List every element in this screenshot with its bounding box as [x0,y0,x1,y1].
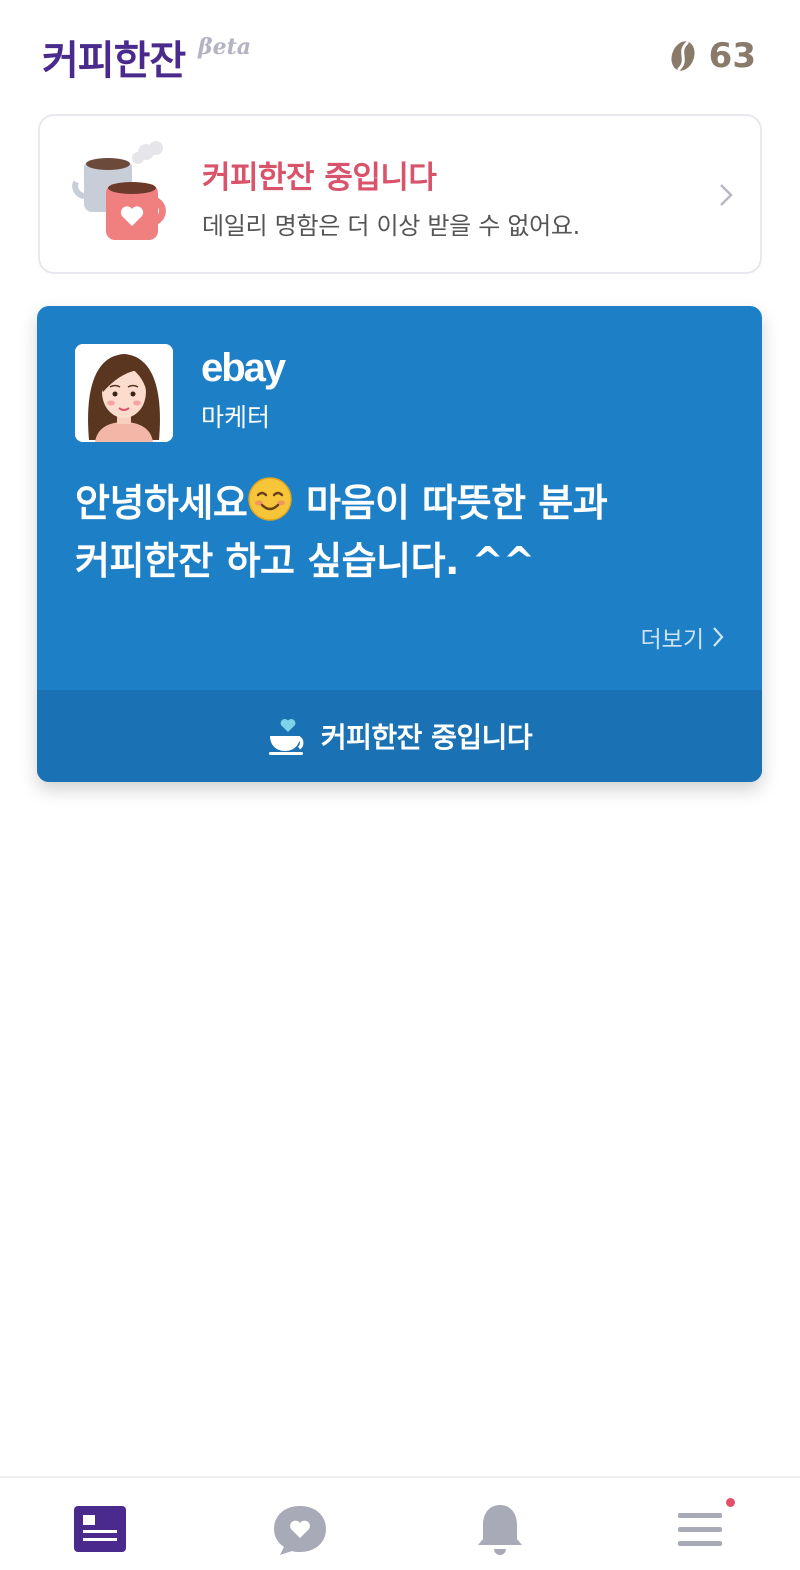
profile-card[interactable]: ebay 마케터 안녕하세요 마음이 따뜻한 분과 커피한잔 하고 싶습니다. … [37,306,762,782]
nav-chat[interactable] [270,1500,330,1560]
nav-menu[interactable] [670,1500,730,1560]
coffee-status-footer-button[interactable]: 커피한잔 중입니다 [37,690,762,782]
intro-line-1-before: 안녕하세요 [75,481,248,525]
notification-badge-dot [726,1498,735,1507]
chevron-right-icon [713,627,724,647]
more-label: 더보기 [640,627,704,653]
more-link[interactable]: 더보기 [641,620,724,654]
chevron-right-icon [720,184,733,206]
smiling-face-emoji [248,477,293,521]
intro-line-2: 커피한잔 하고 싶습니다. ^^ [75,539,535,583]
company-name: ebay [201,346,286,390]
nav-feed[interactable] [70,1500,130,1560]
coffee-bean-icon [671,41,695,71]
feed-icon [74,1506,126,1552]
intro-line-1: 안녕하세요 마음이 따뜻한 분과 [75,474,725,532]
coffee-cup-heart-icon [268,719,304,755]
app-title: 커피한잔 [42,38,186,84]
bell-icon [478,1505,522,1555]
intro-text: 안녕하세요 마음이 따뜻한 분과 커피한잔 하고 싶습니다. ^^ [75,474,725,590]
beta-tag: βeta [198,34,252,60]
job-title: 마케터 [201,403,271,432]
status-title: 커피한잔 중입니다 [202,160,437,196]
app-header: 커피한잔 βeta 63 [0,0,800,100]
nav-alerts[interactable] [470,1500,530,1560]
intro-line-1-after: 마음이 따뜻한 분과 [293,481,608,525]
bean-counter[interactable]: 63 [669,36,756,76]
coffee-status-card[interactable]: 커피한잔 중입니다 데일리 명함은 더 이상 받을 수 없어요. [38,114,762,274]
woman-avatar-illustration [75,344,173,442]
bean-count: 63 [708,36,756,76]
menu-icon [678,1513,722,1546]
chat-heart-icon [274,1506,326,1555]
footer-label: 커피한잔 중입니다 [320,721,533,754]
avatar [75,344,173,442]
status-subtitle: 데일리 명함은 더 이상 받을 수 없어요. [202,212,581,240]
bottom-nav [0,1476,800,1570]
coffee-mugs-illustration [72,141,166,240]
